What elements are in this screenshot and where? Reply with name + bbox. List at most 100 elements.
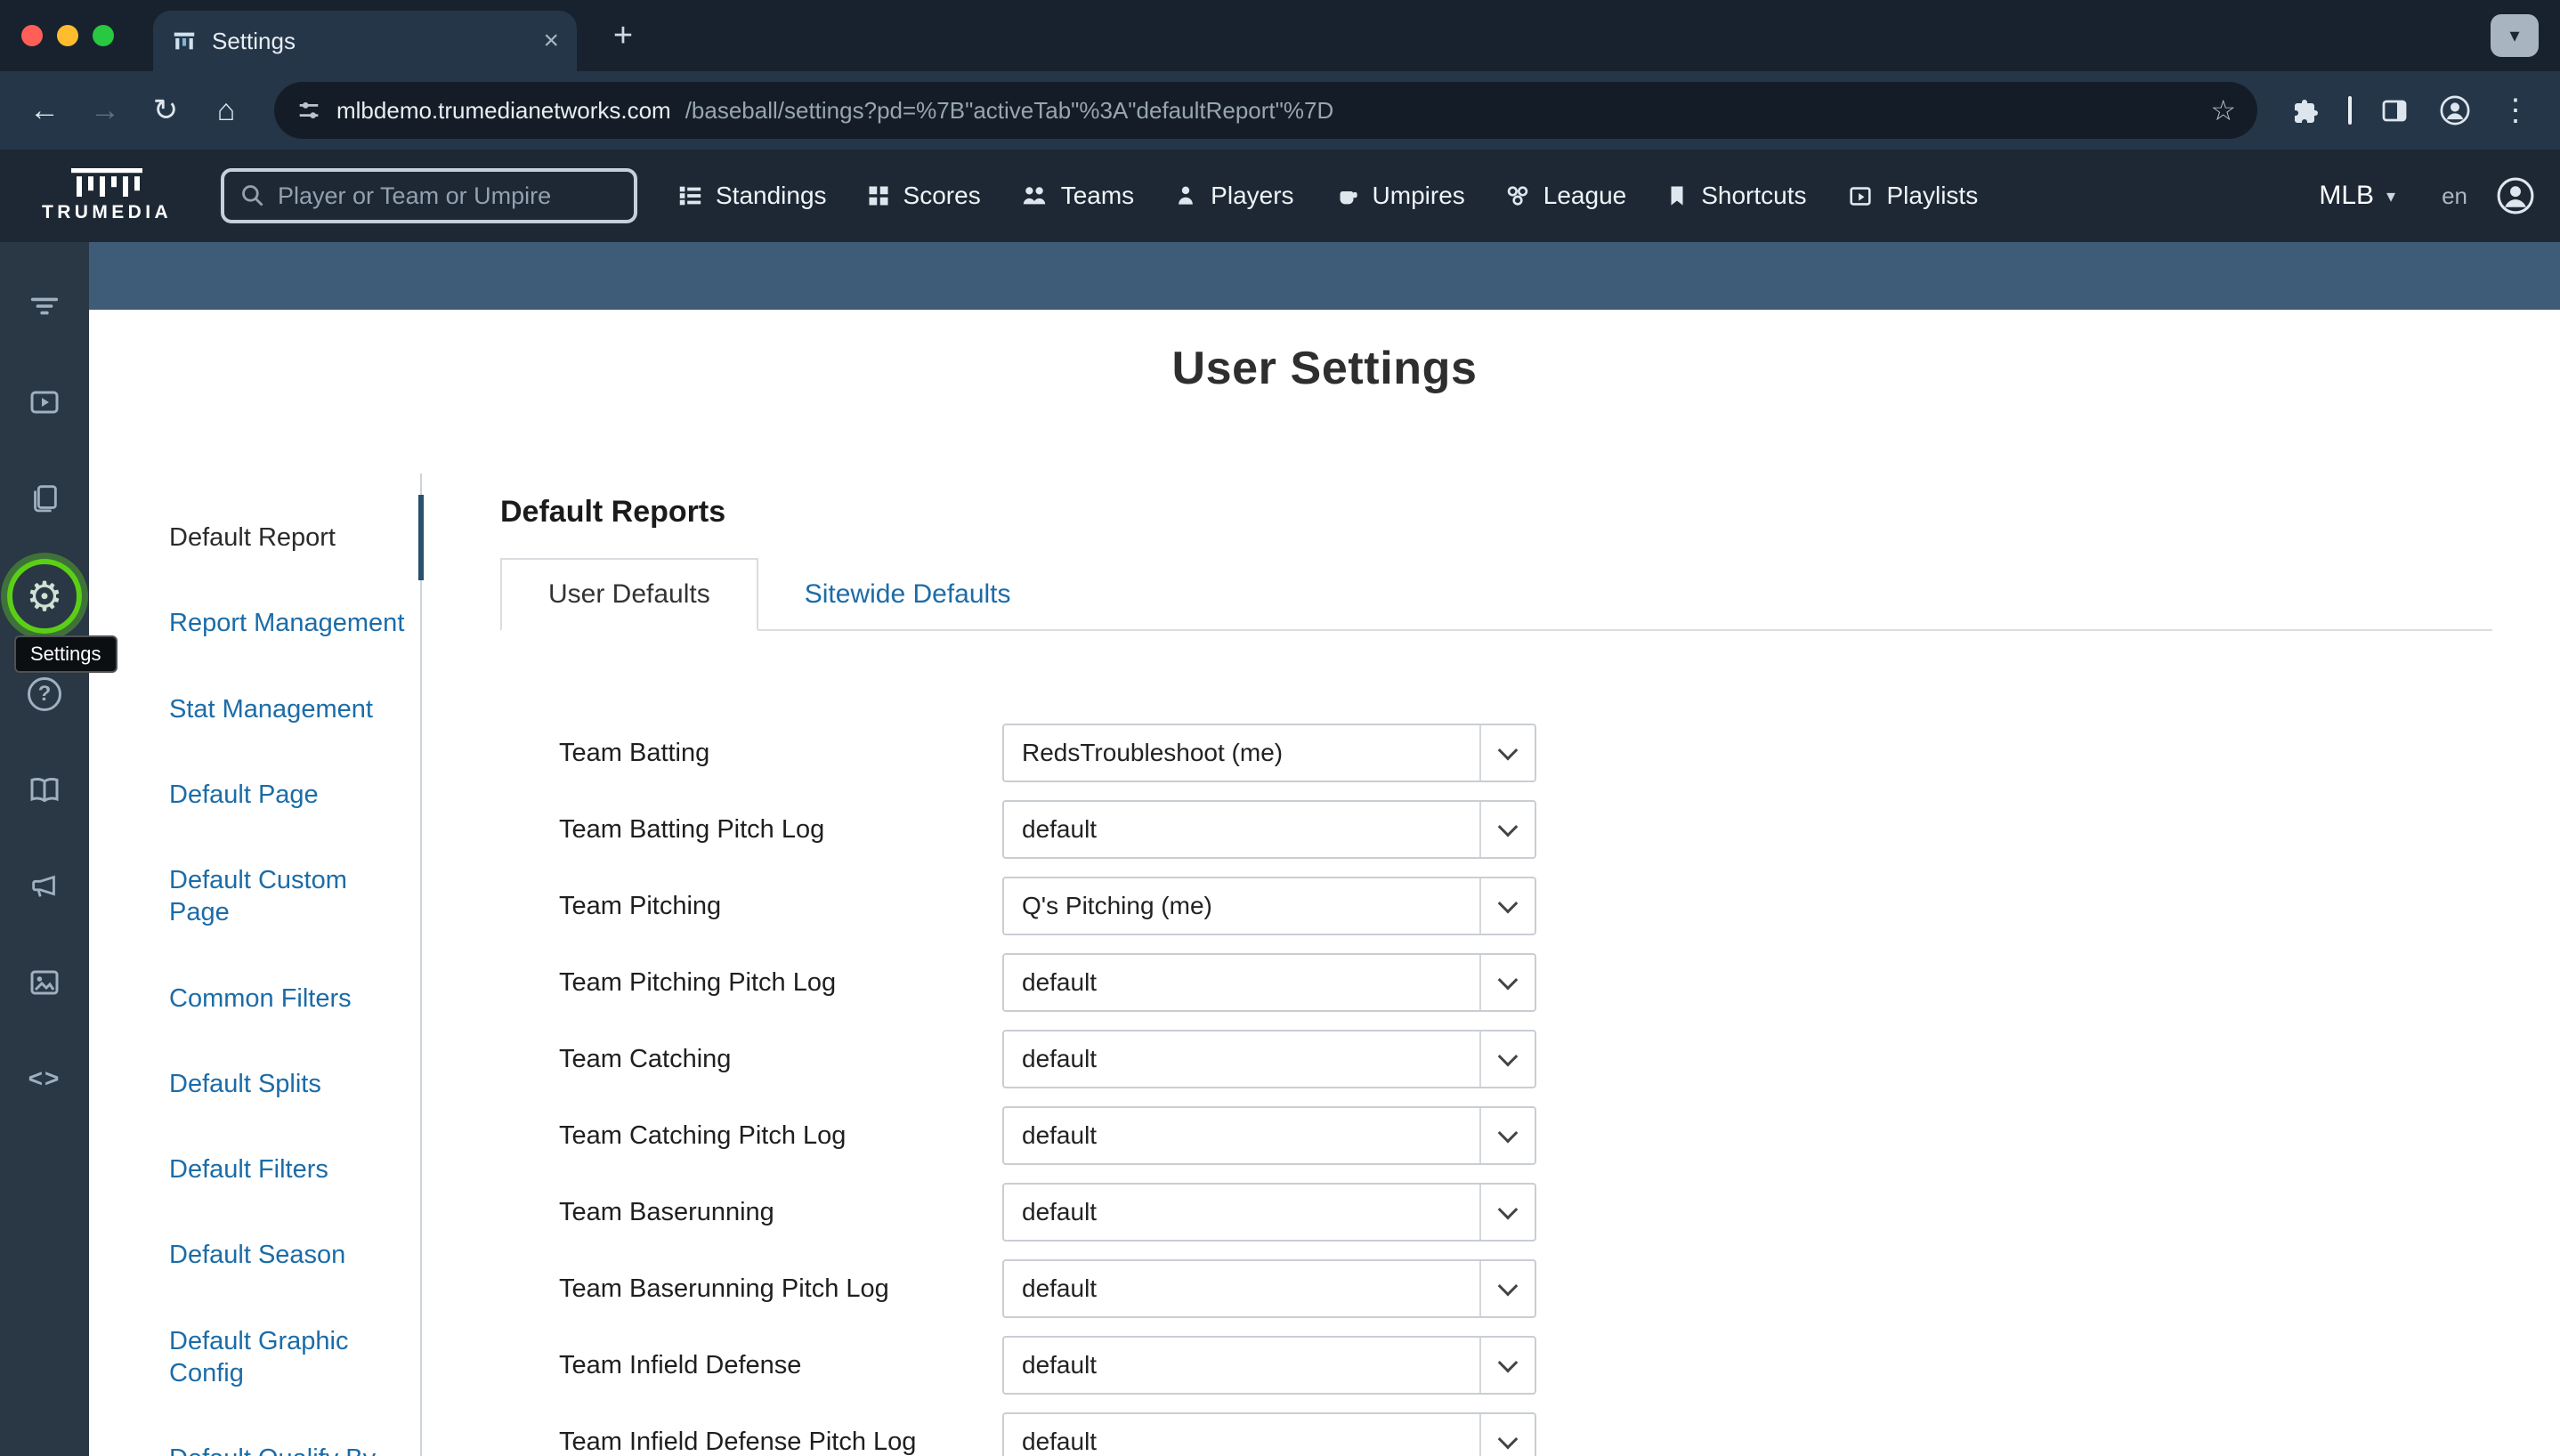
settings-nav-default-page[interactable]: Default Page — [155, 752, 420, 837]
global-search[interactable] — [221, 168, 637, 223]
new-tab-button[interactable]: + — [598, 11, 648, 61]
chevron-down-icon — [1498, 817, 1519, 837]
playlists-icon — [1846, 182, 1875, 209]
team-pitching-pitch-log-select[interactable]: default — [1002, 953, 1536, 1012]
team-batting-pitch-log-select[interactable]: default — [1002, 800, 1536, 859]
select-chevron — [1479, 955, 1535, 1010]
minimize-window-button[interactable] — [57, 25, 78, 46]
trumedia-logo[interactable]: TRUMEDIA — [25, 168, 189, 223]
chevron-down-icon — [1498, 740, 1519, 761]
nav-shortcuts[interactable]: Shortcuts — [1665, 182, 1806, 210]
team-catching-select[interactable]: default — [1002, 1030, 1536, 1088]
back-button[interactable]: ← — [18, 84, 71, 137]
panel-heading: Default Reports — [500, 495, 2492, 530]
field-label: Team Catching Pitch Log — [500, 1121, 1002, 1151]
scores-icon — [866, 183, 891, 208]
fullscreen-window-button[interactable] — [93, 25, 114, 46]
announcements-icon — [28, 870, 61, 903]
settings-nav-default-report[interactable]: Default Report — [155, 495, 420, 580]
team-infield-defense-select[interactable]: default — [1002, 1336, 1536, 1395]
profile-icon — [2439, 94, 2471, 126]
settings-nav-stat-management[interactable]: Stat Management — [155, 667, 420, 752]
nav-playlists[interactable]: Playlists — [1846, 182, 1979, 210]
tab-user-defaults[interactable]: User Defaults — [500, 558, 758, 631]
primary-nav: Standings Scores — [676, 182, 1978, 210]
forward-button[interactable]: → — [78, 84, 132, 137]
extensions-button[interactable] — [2279, 84, 2332, 137]
field-label: Team Infield Defense Pitch Log — [500, 1428, 1002, 1456]
league-selector[interactable]: MLB ▾ — [2319, 181, 2395, 211]
tab-favicon — [171, 28, 198, 54]
close-window-button[interactable] — [21, 25, 43, 46]
field-label: Team Batting Pitch Log — [500, 815, 1002, 845]
tab-close-icon[interactable]: × — [543, 28, 559, 54]
settings-panel: Default Reports User Defaults Sitewide D… — [422, 473, 2560, 1456]
nav-teams[interactable]: Teams — [1020, 182, 1134, 210]
nav-standings[interactable]: Standings — [676, 182, 827, 210]
reload-button[interactable]: ↻ — [139, 84, 192, 137]
trumedia-logo-mark — [71, 168, 142, 197]
browser-menu-button[interactable]: ⋮ — [2489, 84, 2542, 137]
locale-selector[interactable]: en — [2442, 182, 2467, 210]
side-panel-icon — [2380, 96, 2409, 125]
settings-nav-default-custom-page[interactable]: Default Custom Page — [155, 837, 420, 956]
select-value: default — [1004, 1198, 1097, 1226]
page-body: ⚙ ? — [0, 242, 2560, 1456]
browser-tab[interactable]: Settings × — [153, 11, 577, 71]
sidebar-media-button[interactable] — [9, 947, 80, 1018]
form-row: Team Infield Defense default — [500, 1336, 2492, 1395]
nav-league[interactable]: League — [1504, 182, 1626, 210]
settings-nav-default-qualify-by[interactable]: Default Qualify By — [155, 1416, 420, 1456]
settings-nav-default-season[interactable]: Default Season — [155, 1212, 420, 1298]
team-baserunning-pitch-log-select[interactable]: default — [1002, 1259, 1536, 1318]
kebab-menu-icon: ⋮ — [2500, 93, 2531, 128]
site-info-icon[interactable] — [296, 97, 322, 124]
nav-scores[interactable]: Scores — [866, 182, 981, 210]
settings-nav-common-filters[interactable]: Common Filters — [155, 956, 420, 1041]
form-row: Team Batting Pitch Log default — [500, 800, 2492, 859]
search-input[interactable] — [278, 182, 618, 210]
settings-nav-default-filters[interactable]: Default Filters — [155, 1127, 420, 1212]
league-icon — [1504, 182, 1531, 209]
sidebar-glossary-button[interactable] — [9, 755, 80, 826]
side-panel-button[interactable] — [2368, 84, 2421, 137]
nav-players[interactable]: Players — [1173, 182, 1293, 210]
sidebar-announcements-button[interactable] — [9, 851, 80, 922]
home-icon: ⌂ — [217, 93, 236, 128]
nav-label: Umpires — [1373, 182, 1465, 210]
tab-search-button[interactable]: ▾ — [2491, 14, 2539, 57]
bookmark-star-icon[interactable]: ☆ — [2210, 93, 2236, 127]
settings-nav-default-splits[interactable]: Default Splits — [155, 1041, 420, 1127]
sidebar-code-button[interactable]: <> — [9, 1043, 80, 1114]
sidebar-cards-button[interactable] — [9, 463, 80, 534]
team-catching-pitch-log-select[interactable]: default — [1002, 1106, 1536, 1165]
select-chevron — [1479, 725, 1535, 781]
select-value: default — [1004, 1428, 1097, 1456]
nav-umpires[interactable]: Umpires — [1333, 182, 1465, 210]
sidebar-settings-button[interactable]: ⚙ — [7, 559, 82, 634]
settings-nav-default-graphic-config[interactable]: Default Graphic Config — [155, 1298, 420, 1417]
account-button[interactable] — [2496, 176, 2535, 215]
team-batting-select[interactable]: RedsTroubleshoot (me) — [1002, 724, 1536, 782]
team-infield-defense-pitch-log-select[interactable]: default — [1002, 1412, 1536, 1456]
sidebar-video-button[interactable] — [9, 367, 80, 438]
team-baserunning-select[interactable]: default — [1002, 1183, 1536, 1242]
sidebar-filter-button[interactable] — [9, 271, 80, 342]
chevron-down-icon — [1498, 1353, 1519, 1373]
tab-sitewide-defaults[interactable]: Sitewide Defaults — [798, 560, 1018, 629]
select-chevron — [1479, 1414, 1535, 1456]
field-label: Team Baserunning — [500, 1198, 1002, 1227]
form-row: Team Infield Defense Pitch Log default — [500, 1412, 2492, 1456]
browser-profile-button[interactable] — [2428, 84, 2482, 137]
traffic-lights — [21, 25, 114, 46]
url-bar[interactable]: mlbdemo.trumedianetworks.com /baseball/s… — [274, 82, 2257, 139]
content-column: User Settings Default Report Report Mana… — [89, 242, 2560, 1456]
field-label: Team Batting — [500, 739, 1002, 768]
search-icon — [240, 183, 265, 208]
url-path: /baseball/settings?pd=%7B"activeTab"%3A"… — [685, 97, 2197, 125]
home-button[interactable]: ⌂ — [199, 84, 253, 137]
team-pitching-select[interactable]: Q's Pitching (me) — [1002, 877, 1536, 935]
settings-nav-report-management[interactable]: Report Management — [155, 580, 420, 666]
field-label: Team Catching — [500, 1045, 1002, 1074]
nav-label: League — [1543, 182, 1626, 210]
